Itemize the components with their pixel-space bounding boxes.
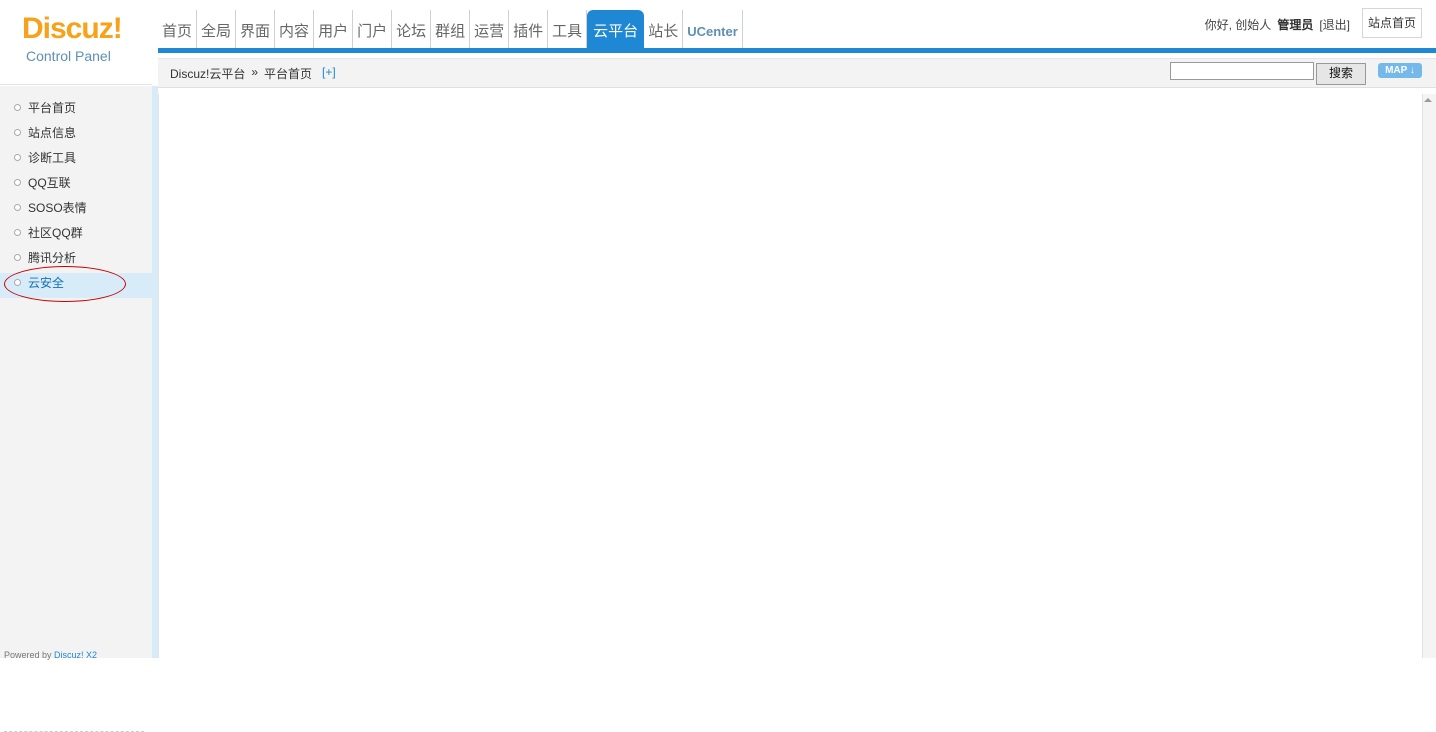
top-nav: 首页 全局 界面 内容 用户 门户 论坛 群组 运营 插件 工具 云平台 站长 …	[158, 10, 743, 48]
footer-brand-link[interactable]: Discuz! X2	[54, 650, 97, 660]
nav-tab-group[interactable]: 群组	[431, 10, 471, 48]
nav-tab-user[interactable]: 用户	[314, 10, 354, 48]
vertical-scrollbar[interactable]	[1422, 94, 1436, 658]
nav-tab-content[interactable]: 内容	[275, 10, 315, 48]
sidebar-item-label: 平台首页	[28, 101, 77, 115]
add-shortcut-link[interactable]: [+]	[322, 65, 336, 82]
breadcrumb-separator: »	[251, 65, 259, 79]
greeting-text: 你好, 创始人	[1204, 18, 1272, 32]
sidebar-item-label: 腾讯分析	[28, 251, 77, 265]
bullet-icon	[14, 179, 21, 186]
site-home-button[interactable]: 站点首页	[1362, 8, 1422, 38]
sidebar-item-qq-group[interactable]: 社区QQ群	[0, 223, 152, 248]
sidebar-item-site-info[interactable]: 站点信息	[0, 123, 152, 148]
search-button[interactable]: 搜索	[1316, 63, 1366, 85]
bullet-icon	[14, 204, 21, 211]
logo-subtitle: Control Panel	[26, 48, 111, 64]
bullet-icon	[14, 104, 21, 111]
map-button[interactable]: MAP ↓	[1378, 63, 1422, 78]
breadcrumb: Discuz!云平台 » 平台首页 [+]	[170, 65, 336, 82]
nav-tab-global[interactable]: 全局	[197, 10, 237, 48]
nav-tab-cloud[interactable]: 云平台	[587, 10, 645, 48]
nav-tab-ucenter[interactable]: UCenter	[683, 10, 743, 48]
nav-tab-operation[interactable]: 运营	[470, 10, 510, 48]
sidebar-item-qq-connect[interactable]: QQ互联	[0, 173, 152, 198]
breadcrumb-current: 平台首页	[264, 67, 313, 81]
nav-tab-forum[interactable]: 论坛	[392, 10, 432, 48]
nav-tab-home[interactable]: 首页	[158, 10, 198, 48]
footer-prefix: Powered by	[4, 650, 52, 660]
user-name: 管理员	[1277, 18, 1314, 32]
breadcrumb-cloud[interactable]: Discuz!云平台	[170, 65, 245, 82]
sidebar-item-platform-home[interactable]: 平台首页	[0, 98, 152, 123]
annotation-circle	[4, 266, 126, 302]
scroll-up-arrow-icon[interactable]	[1424, 98, 1432, 102]
footer: Powered by Discuz! X2	[4, 650, 97, 660]
main-content-frame	[158, 94, 1423, 658]
sidebar-item-label: SOSO表情	[28, 201, 87, 215]
nav-underline	[158, 48, 1436, 53]
sidebar: 平台首页 站点信息 诊断工具 QQ互联 SOSO表情 社区QQ群 腾讯分析 云安…	[0, 86, 152, 732]
nav-tab-webmaster[interactable]: 站长	[644, 10, 684, 48]
search-input[interactable]	[1170, 62, 1314, 80]
nav-tab-portal[interactable]: 门户	[353, 10, 393, 48]
bullet-icon	[14, 254, 21, 261]
logo-title: Discuz!	[22, 12, 123, 45]
bullet-icon	[14, 154, 21, 161]
nav-tab-style[interactable]: 界面	[236, 10, 276, 48]
user-info: 你好, 创始人 管理员 [退出]	[1205, 16, 1350, 33]
sidebar-item-diagnostics[interactable]: 诊断工具	[0, 148, 152, 173]
sidebar-item-label: QQ互联	[28, 176, 71, 190]
sidebar-item-label: 站点信息	[28, 126, 77, 140]
logout-link[interactable]: [退出]	[1319, 16, 1350, 33]
nav-tab-tools[interactable]: 工具	[548, 10, 588, 48]
sidebar-item-label: 社区QQ群	[28, 226, 83, 240]
logo: Discuz! Control Panel	[0, 0, 152, 85]
sidebar-item-label: 诊断工具	[28, 151, 77, 165]
bullet-icon	[14, 229, 21, 236]
breadcrumb-bar: Discuz!云平台 » 平台首页 [+] 搜索 MAP ↓	[158, 58, 1436, 88]
nav-tab-plugin[interactable]: 插件	[509, 10, 549, 48]
sidebar-item-soso-emoji[interactable]: SOSO表情	[0, 198, 152, 223]
bullet-icon	[14, 129, 21, 136]
